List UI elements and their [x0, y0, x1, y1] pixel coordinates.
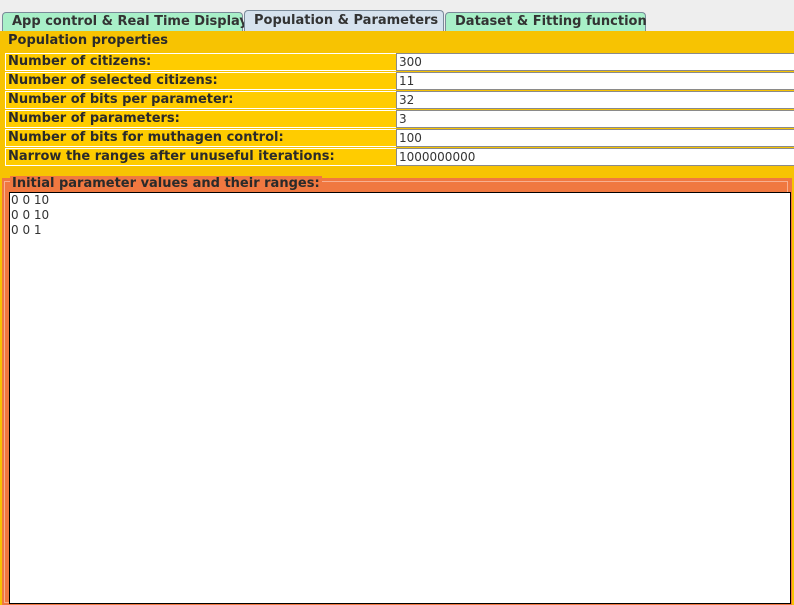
bits-per-parameter-label: Number of bits per parameter: [5, 91, 398, 109]
prop-row-narrow-ranges: Narrow the ranges after unuseful iterati… [5, 147, 794, 166]
population-properties-table: Number of citizens: Number of selected c… [5, 52, 794, 166]
parameters-label: Number of parameters: [5, 110, 398, 128]
selected-citizens-label: Number of selected citizens: [5, 72, 398, 90]
prop-row-selected-citizens: Number of selected citizens: [5, 71, 794, 90]
population-parameters-panel: Population properties Number of citizens… [0, 31, 794, 605]
muthagen-bits-input[interactable] [396, 129, 794, 147]
parameter-ranges-textarea[interactable]: 0 0 10 0 0 10 0 0 1 [9, 192, 791, 604]
tab-app-control[interactable]: App control & Real Time Display [2, 12, 248, 31]
narrow-ranges-input[interactable] [396, 148, 794, 166]
app-window: App control & Real Time Display Populati… [0, 0, 794, 605]
parameter-ranges-group: Initial parameter values and their range… [2, 176, 792, 605]
population-properties-title: Population properties [8, 33, 169, 48]
muthagen-bits-label: Number of bits for muthagen control: [5, 129, 398, 147]
parameters-input[interactable] [396, 110, 794, 128]
parameter-ranges-title: Initial parameter values and their range… [10, 176, 322, 192]
selected-citizens-input[interactable] [396, 72, 794, 90]
parameter-ranges-border: Initial parameter values and their range… [4, 176, 791, 604]
tab-strip: App control & Real Time Display Populati… [0, 0, 794, 34]
tab-dataset-fitting[interactable]: Dataset & Fitting function [445, 12, 647, 31]
prop-row-muthagen-bits: Number of bits for muthagen control: [5, 128, 794, 147]
bits-per-parameter-input[interactable] [396, 91, 794, 109]
citizens-label: Number of citizens: [5, 53, 398, 71]
prop-row-citizens: Number of citizens: [5, 52, 794, 71]
prop-row-bits-per-parameter: Number of bits per parameter: [5, 90, 794, 109]
citizens-input[interactable] [396, 53, 794, 71]
prop-row-parameters: Number of parameters: [5, 109, 794, 128]
narrow-ranges-label: Narrow the ranges after unuseful iterati… [5, 148, 398, 166]
